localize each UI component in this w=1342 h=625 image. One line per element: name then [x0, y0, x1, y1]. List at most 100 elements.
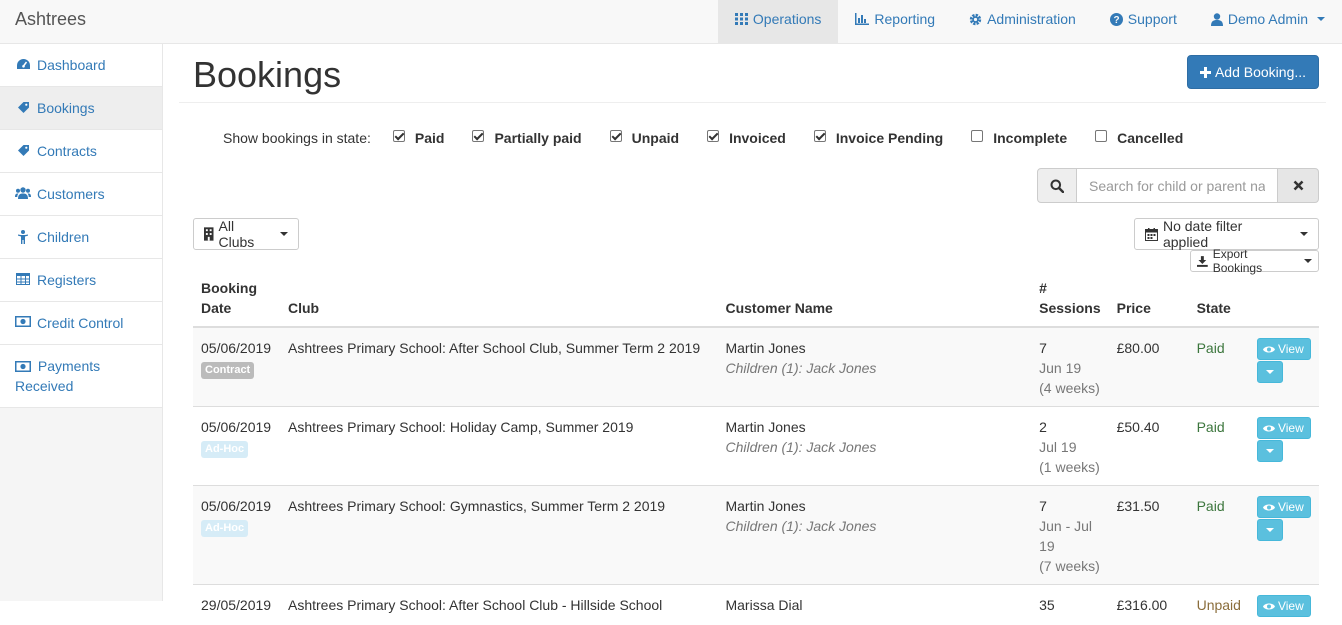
all-clubs-dropdown[interactable]: All Clubs: [193, 218, 299, 250]
sidebar-item-bookings[interactable]: Bookings: [0, 87, 162, 130]
sidebar-item-children[interactable]: Children: [0, 216, 162, 259]
state-filter-label: Show bookings in state:: [223, 130, 371, 146]
sidebar-item-label: Registers: [37, 270, 96, 290]
search-group: [1037, 168, 1319, 203]
sidebar-item-contracts[interactable]: Contracts: [0, 130, 162, 173]
nav-operations[interactable]: Operations: [718, 0, 838, 44]
nav-support[interactable]: ? Support: [1093, 0, 1194, 44]
session-count: 35: [1039, 595, 1100, 615]
sidebar-item-customers[interactable]: Customers: [0, 173, 162, 216]
checkbox[interactable]: [610, 130, 622, 142]
table-row[interactable]: 05/06/2019Contract Ashtrees Primary Scho…: [193, 327, 1319, 407]
booking-date: 05/06/2019: [201, 496, 272, 516]
filter-paid-checkbox[interactable]: Paid: [393, 130, 445, 146]
customer-name: Marissa Dial: [725, 595, 1023, 615]
question-circle-icon: ?: [1110, 13, 1123, 26]
export-bookings-dropdown[interactable]: Export Bookings: [1190, 250, 1319, 272]
col-state[interactable]: State: [1189, 278, 1249, 327]
booking-state: Paid: [1189, 486, 1249, 585]
col-customer-name[interactable]: Customer Name: [717, 278, 1031, 327]
eye-icon: [1263, 424, 1275, 433]
users-icon: [15, 187, 31, 199]
sidebar-item-label: Contracts: [37, 141, 97, 161]
title-divider: [179, 102, 1326, 103]
calendar-icon: [1145, 228, 1158, 241]
grid-icon: [735, 13, 748, 25]
checkbox[interactable]: [707, 130, 719, 142]
col-club[interactable]: Club: [280, 278, 717, 327]
nav-administration-label: Administration: [987, 0, 1076, 38]
col-sessions[interactable]: #Sessions: [1031, 278, 1108, 327]
sidebar-item-label: Bookings: [37, 98, 95, 118]
sidebar-item-credit-control[interactable]: Credit Control: [0, 302, 162, 345]
sidebar-item-payments-received[interactable]: Payments Received: [0, 345, 162, 408]
table-row[interactable]: 05/06/2019Ad-Hoc Ashtrees Primary School…: [193, 486, 1319, 585]
sidebar-item-dashboard[interactable]: Dashboard: [0, 44, 162, 87]
col-price[interactable]: Price: [1109, 278, 1189, 327]
chevron-down-icon: [1304, 259, 1312, 263]
view-button[interactable]: View: [1257, 338, 1311, 360]
nav-administration[interactable]: Administration: [952, 0, 1093, 44]
session-weeks: (1 weeks): [1039, 457, 1100, 477]
checkbox[interactable]: [393, 130, 405, 142]
view-button[interactable]: View: [1257, 496, 1311, 518]
clear-search-button[interactable]: [1277, 168, 1319, 203]
table-icon: [15, 273, 31, 285]
search-icon: [1037, 168, 1077, 203]
brand-title[interactable]: Ashtrees: [15, 0, 86, 44]
session-period: Jul 19: [1039, 437, 1100, 457]
checkbox[interactable]: [472, 130, 484, 142]
building-icon: [204, 227, 214, 241]
filter-invoice-pending-checkbox[interactable]: Invoice Pending: [814, 130, 943, 146]
chevron-down-icon: [1300, 232, 1308, 236]
row-actions-dropdown[interactable]: [1257, 519, 1283, 541]
money-icon: [15, 316, 31, 327]
add-booking-button[interactable]: Add Booking...: [1187, 55, 1319, 89]
checkbox[interactable]: [1095, 130, 1107, 142]
session-period: Jun - Jul: [1039, 516, 1100, 536]
session-weeks: (4 weeks): [1039, 378, 1100, 398]
view-button[interactable]: View: [1257, 417, 1311, 439]
col-booking-date[interactable]: BookingDate: [193, 278, 280, 327]
filter-incomplete-checkbox[interactable]: Incomplete: [971, 130, 1067, 146]
checkbox[interactable]: [971, 130, 983, 142]
search-input[interactable]: [1077, 168, 1277, 203]
svg-text:?: ?: [1113, 15, 1119, 26]
checkbox-label: Paid: [415, 130, 445, 146]
nav-user-label: Demo Admin: [1228, 0, 1308, 38]
customer-name: Martin Jones: [725, 496, 1023, 516]
booking-state: Paid: [1189, 407, 1249, 486]
date-filter-dropdown[interactable]: No date filter applied: [1134, 218, 1319, 250]
session-period: Jun 19: [1039, 358, 1100, 378]
table-row[interactable]: 05/06/2019Ad-Hoc Ashtrees Primary School…: [193, 407, 1319, 486]
nav-reporting[interactable]: Reporting: [838, 0, 952, 44]
chevron-down-icon: [1266, 449, 1274, 453]
filter-unpaid-checkbox[interactable]: Unpaid: [610, 130, 679, 146]
chevron-down-icon: [1266, 370, 1274, 374]
filter-partially-paid-checkbox[interactable]: Partially paid: [472, 130, 581, 146]
filter-invoiced-checkbox[interactable]: Invoiced: [707, 130, 786, 146]
view-button[interactable]: View: [1257, 595, 1311, 617]
booking-state: Unpaid: [1189, 585, 1249, 625]
nav-user-menu[interactable]: Demo Admin: [1194, 0, 1342, 44]
checkbox[interactable]: [814, 130, 826, 142]
all-clubs-label: All Clubs: [219, 218, 272, 250]
checkbox-label: Invoice Pending: [836, 130, 943, 146]
user-icon: [1211, 13, 1223, 26]
sidebar-item-registers[interactable]: Registers: [0, 259, 162, 302]
top-navbar: Ashtrees Operations Reporting Administra…: [0, 0, 1342, 44]
sidebar-item-label: Credit Control: [37, 313, 123, 333]
page-title: Bookings: [193, 54, 341, 96]
filter-cancelled-checkbox[interactable]: Cancelled: [1095, 130, 1183, 146]
session-period-year: 19: [1039, 536, 1100, 556]
checkbox-label: Partially paid: [494, 130, 581, 146]
row-actions-dropdown[interactable]: [1257, 361, 1283, 383]
sidebar: Dashboard Bookings Contracts Customers C…: [0, 44, 163, 601]
table-row[interactable]: 29/05/2019 Ashtrees Primary School: Afte…: [193, 585, 1319, 625]
close-icon: [1293, 180, 1304, 191]
tag-icon: [15, 101, 31, 114]
tags-icon: [15, 144, 31, 157]
eye-icon: [1263, 602, 1275, 611]
export-bookings-label: Export Bookings: [1213, 247, 1298, 275]
row-actions-dropdown[interactable]: [1257, 440, 1283, 462]
